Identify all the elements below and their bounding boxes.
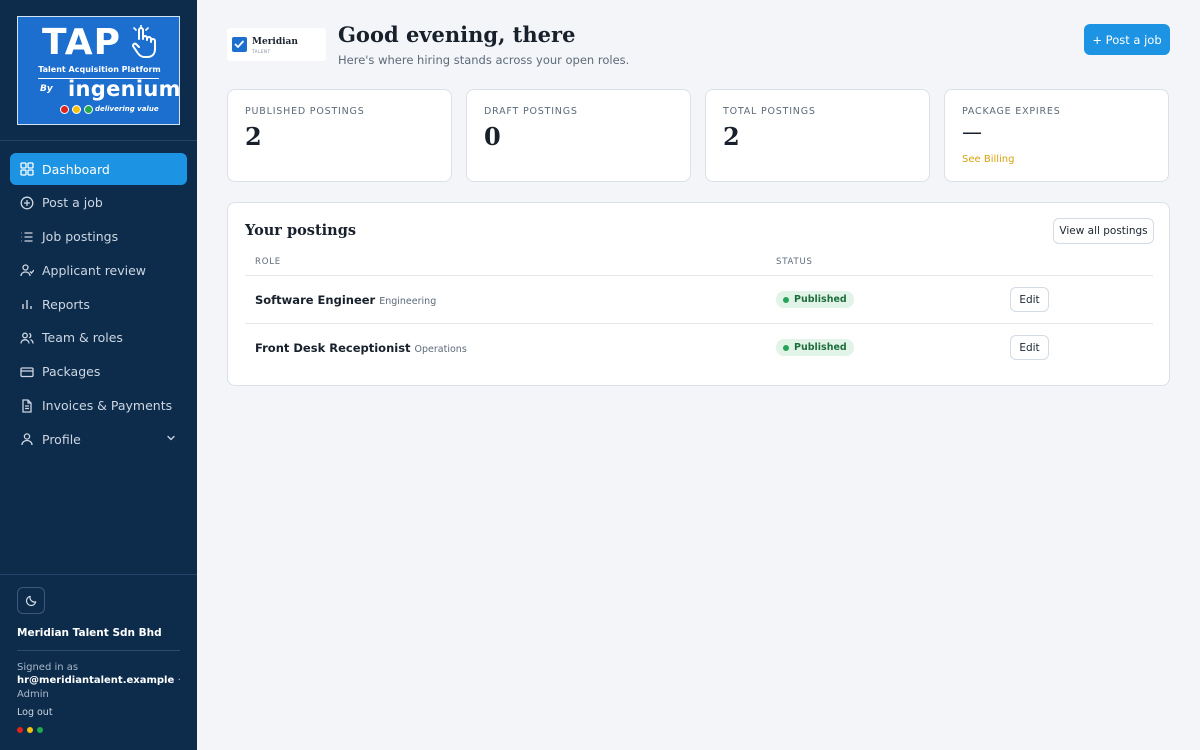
logo-by: By bbox=[40, 84, 53, 94]
postings-panel: Your postings View all postings ROLE STA… bbox=[227, 202, 1170, 386]
post-job-button[interactable]: + Post a job bbox=[1084, 24, 1170, 55]
stat-value: 2 bbox=[723, 122, 740, 151]
stat-card-draft: DRAFT POSTINGS 0 bbox=[466, 89, 691, 182]
sidebar-item-label: Profile bbox=[42, 431, 81, 447]
sidebar-item-post-a-job[interactable]: Post a job bbox=[10, 187, 187, 219]
role-department: Engineering bbox=[379, 296, 437, 307]
role-cell: Front Desk Receptionist Operations bbox=[255, 341, 467, 355]
status-badge: Published bbox=[776, 291, 854, 308]
page-title: Good evening, there bbox=[338, 22, 576, 47]
theme-toggle-button[interactable] bbox=[17, 587, 45, 614]
status-dot-icon bbox=[783, 297, 789, 303]
stat-label: PACKAGE EXPIRES bbox=[962, 106, 1061, 117]
sidebar-divider bbox=[0, 140, 197, 141]
status-label: Published bbox=[794, 342, 847, 353]
edit-button[interactable]: Edit bbox=[1010, 287, 1049, 312]
user-icon bbox=[21, 433, 33, 446]
view-all-postings-button[interactable]: View all postings bbox=[1053, 218, 1154, 244]
sidebar-item-team-roles[interactable]: Team & roles bbox=[10, 322, 187, 354]
column-header-status: STATUS bbox=[776, 257, 813, 267]
role-department: Operations bbox=[414, 344, 467, 355]
sidebar-item-job-postings[interactable]: Job postings bbox=[10, 221, 187, 253]
page-subtitle: Here's where hiring stands across your o… bbox=[338, 53, 630, 67]
sidebar-item-label: Reports bbox=[42, 296, 90, 312]
stat-value: 2 bbox=[245, 122, 262, 151]
stat-label: DRAFT POSTINGS bbox=[484, 106, 578, 117]
stat-card-published: PUBLISHED POSTINGS 2 bbox=[227, 89, 452, 182]
email-role-separator: · bbox=[177, 675, 181, 686]
sidebar-item-label: Invoices & Payments bbox=[42, 398, 173, 414]
role-cell: Software Engineer Engineering bbox=[255, 293, 436, 307]
tap-ingenium-logo[interactable]: TAP Talent Acquisition Platform By ingen… bbox=[17, 16, 180, 125]
sidebar-item-dashboard[interactable]: Dashboard bbox=[10, 153, 187, 185]
sidebar-item-applicant-review[interactable]: Applicant review bbox=[10, 254, 187, 286]
stat-label: TOTAL POSTINGS bbox=[723, 106, 816, 117]
sidebar-footer-divider bbox=[0, 574, 197, 575]
status-label: Published bbox=[794, 294, 847, 305]
edit-button[interactable]: Edit bbox=[1010, 335, 1049, 360]
logout-link[interactable]: Log out bbox=[17, 707, 53, 718]
logo-tagline: delivering value bbox=[95, 105, 159, 113]
stat-card-package-expires: PACKAGE EXPIRES — See Billing bbox=[944, 89, 1169, 182]
pointer-hand-icon bbox=[132, 25, 156, 58]
sidebar-item-packages[interactable]: Packages bbox=[10, 356, 187, 388]
dashboard-grid-icon bbox=[20, 162, 34, 176]
postings-title: Your postings bbox=[245, 222, 357, 239]
logo-company: ingenium bbox=[68, 77, 180, 101]
user-role: Admin bbox=[17, 689, 49, 700]
sidebar-item-label: Applicant review bbox=[42, 262, 147, 278]
client-logo-sub: TALENT bbox=[252, 49, 271, 54]
logo-dots bbox=[60, 105, 93, 114]
company-name: Meridian Talent Sdn Bhd bbox=[17, 627, 162, 639]
table-row[interactable]: Front Desk Receptionist Operations Publis… bbox=[245, 324, 1153, 371]
user-email: hr@meridiantalent.example · bbox=[17, 675, 181, 686]
sidebar: TAP Talent Acquisition Platform By ingen… bbox=[0, 0, 197, 750]
signed-in-label: Signed in as bbox=[17, 662, 79, 673]
plus-circle-icon bbox=[20, 196, 34, 210]
users-icon bbox=[20, 264, 34, 277]
role-name: Front Desk Receptionist bbox=[255, 341, 411, 355]
column-header-role: ROLE bbox=[255, 257, 281, 267]
sidebar-nav: Dashboard Post a job Job postings Applic… bbox=[10, 153, 187, 457]
sidebar-item-invoices-payments[interactable]: Invoices & Payments bbox=[10, 390, 187, 422]
logo-subtitle: Talent Acquisition Platform bbox=[38, 65, 161, 74]
sidebar-item-label: Dashboard bbox=[42, 161, 110, 177]
sidebar-item-label: Job postings bbox=[42, 229, 119, 245]
role-name: Software Engineer bbox=[255, 293, 376, 307]
company-divider bbox=[17, 650, 180, 651]
sidebar-item-label: Post a job bbox=[42, 195, 103, 211]
document-icon bbox=[22, 398, 32, 413]
stat-value: 0 bbox=[484, 122, 501, 151]
see-billing-link[interactable]: See Billing bbox=[962, 154, 1015, 165]
table-row[interactable]: Software Engineer Engineering Published E… bbox=[245, 276, 1153, 323]
stat-label: PUBLISHED POSTINGS bbox=[245, 106, 365, 117]
client-logo-name: Meridian bbox=[252, 37, 298, 47]
credit-card-icon bbox=[20, 367, 34, 377]
sidebar-item-reports[interactable]: Reports bbox=[10, 288, 187, 320]
list-icon bbox=[21, 231, 33, 242]
checkmark-icon bbox=[232, 37, 247, 52]
stat-card-total: TOTAL POSTINGS 2 bbox=[705, 89, 930, 182]
chevron-down-icon[interactable] bbox=[165, 432, 177, 444]
user-email-text: hr@meridiantalent.example bbox=[17, 675, 175, 686]
moon-icon bbox=[25, 595, 36, 607]
sidebar-item-label: Packages bbox=[42, 364, 101, 380]
team-icon bbox=[20, 332, 34, 344]
logo-word: TAP bbox=[42, 22, 122, 63]
status-dot-icon bbox=[783, 345, 789, 351]
status-badge: Published bbox=[776, 339, 854, 356]
client-logo: Meridian TALENT bbox=[227, 28, 326, 61]
stat-value: — bbox=[962, 120, 982, 144]
status-dots bbox=[17, 727, 43, 733]
sidebar-item-label: Team & roles bbox=[42, 330, 123, 346]
sidebar-item-profile[interactable]: Profile bbox=[10, 423, 187, 455]
bar-chart-icon bbox=[22, 300, 32, 310]
